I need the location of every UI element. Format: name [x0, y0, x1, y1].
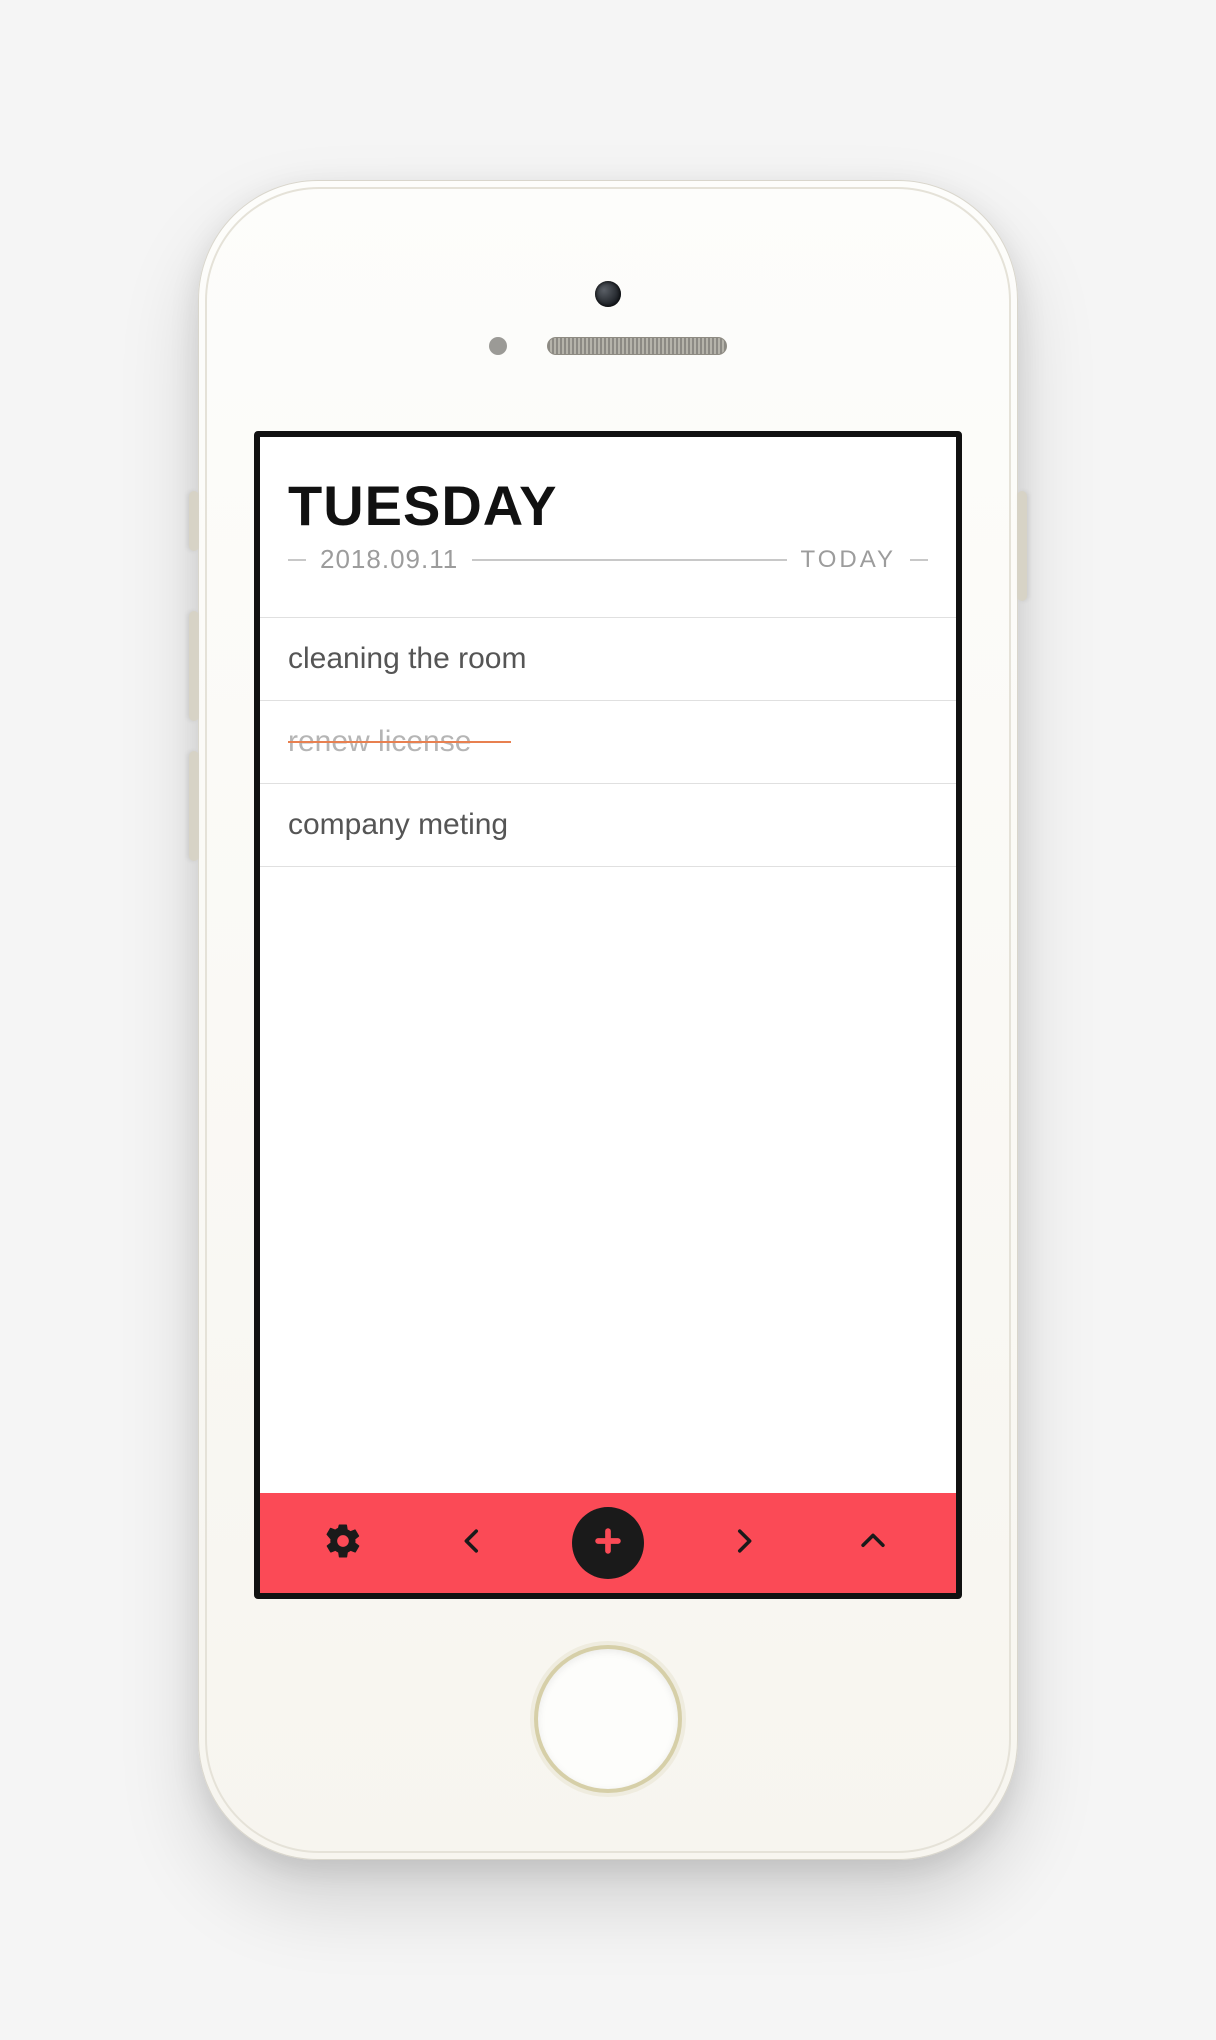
earpiece-speaker	[547, 337, 727, 355]
settings-button[interactable]	[313, 1513, 373, 1573]
chevron-right-icon	[727, 1524, 761, 1563]
front-camera	[595, 281, 621, 307]
day-title: TUESDAY	[288, 473, 928, 538]
proximity-sensor	[489, 337, 507, 355]
task-row[interactable]: cleaning the room	[260, 617, 956, 701]
date-text: 2018.09.11	[320, 544, 458, 575]
task-row[interactable]: renew license	[260, 701, 956, 784]
divider	[472, 559, 786, 561]
chevron-up-icon	[856, 1524, 890, 1563]
chevron-left-icon	[455, 1524, 489, 1563]
previous-button[interactable]	[442, 1513, 502, 1573]
task-text: company meting	[288, 808, 508, 841]
volume-down-button	[189, 751, 199, 861]
date-row: 2018.09.11 TODAY	[288, 544, 928, 575]
power-button	[1017, 491, 1027, 601]
bottom-nav	[260, 1493, 956, 1593]
app-screen: TUESDAY 2018.09.11 TODAY cleaning the ro…	[254, 431, 962, 1599]
home-button	[538, 1649, 678, 1789]
gear-icon	[323, 1521, 363, 1566]
today-label[interactable]: TODAY	[801, 546, 896, 574]
task-text: cleaning the room	[288, 642, 526, 675]
task-row[interactable]: company meting	[260, 784, 956, 867]
plus-icon	[591, 1524, 625, 1563]
next-button[interactable]	[714, 1513, 774, 1573]
divider	[910, 559, 928, 561]
collapse-button[interactable]	[843, 1513, 903, 1573]
task-text: renew license	[288, 725, 471, 759]
phone-top-hardware	[199, 281, 1017, 355]
divider	[288, 559, 306, 561]
phone-frame: TUESDAY 2018.09.11 TODAY cleaning the ro…	[198, 180, 1018, 1860]
header: TUESDAY 2018.09.11 TODAY	[260, 437, 956, 585]
mute-switch	[189, 491, 199, 551]
add-button[interactable]	[572, 1507, 644, 1579]
strikethrough	[288, 741, 511, 743]
task-list: cleaning the room renew license company me…	[260, 617, 956, 867]
volume-up-button	[189, 611, 199, 721]
